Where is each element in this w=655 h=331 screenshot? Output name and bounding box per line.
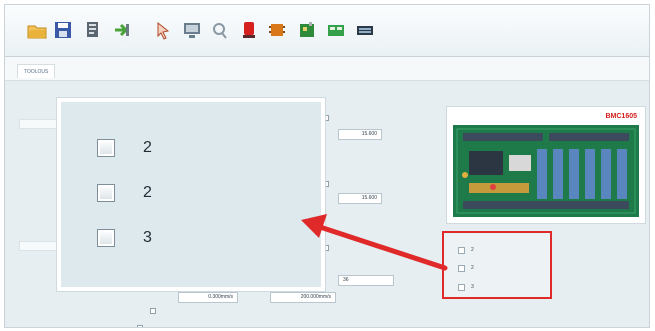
highlight-row-3: 3 <box>458 282 474 292</box>
option-checkbox-4[interactable] <box>150 308 156 314</box>
board-model-title: BMC1605 <box>605 113 637 120</box>
zoom-label-2: 2 <box>143 184 152 201</box>
pointer-icon <box>157 21 170 40</box>
min-speed-field[interactable]: 0.300mm/s <box>178 292 238 303</box>
tab-tooldug[interactable]: TOOLOUS <box>17 64 56 78</box>
zoom-row-3: 3 <box>97 226 152 250</box>
highlight-checkbox-1[interactable] <box>458 246 465 254</box>
highlight-label-3: 3 <box>471 284 474 290</box>
highlight-row-2: 2 <box>458 263 474 273</box>
green-board-icon <box>328 25 344 36</box>
green-board-button[interactable] <box>326 19 346 41</box>
toolbar <box>5 5 649 57</box>
speed-field-1[interactable]: 15.600 <box>338 129 382 140</box>
pointer-button[interactable] <box>153 19 173 41</box>
zoom-checkbox-2[interactable] <box>97 184 115 202</box>
highlight-label-2: 2 <box>471 265 474 271</box>
keyboard-button[interactable] <box>355 19 375 41</box>
zoom-checkbox-3[interactable] <box>97 229 115 247</box>
panel-sidebar-strip-lower <box>19 241 59 251</box>
zoomed-checkbox-callout: 2 2 3 <box>57 98 325 291</box>
save-button[interactable] <box>53 19 73 41</box>
tab-strip: TOOLOUS <box>5 57 649 81</box>
document-button[interactable] <box>83 19 103 41</box>
highlight-row-1: 2 <box>458 245 474 255</box>
export-arrow-icon <box>115 23 129 37</box>
zoom-label-3: 3 <box>143 229 152 246</box>
highlight-checkbox-2[interactable] <box>458 264 465 272</box>
stop-icon <box>243 22 255 38</box>
zoom-row-2: 2 <box>97 181 152 205</box>
monitor-button[interactable] <box>182 19 202 41</box>
open-folder-icon <box>27 25 47 39</box>
option-checkbox-5[interactable] <box>137 325 143 327</box>
zoom-row-1: 2 <box>97 136 152 160</box>
open-folder-button[interactable] <box>27 19 47 41</box>
export-button[interactable] <box>112 19 132 41</box>
max-speed-field[interactable]: 200.000mm/s <box>270 292 336 303</box>
stop-button[interactable] <box>239 19 259 41</box>
controller-board-card: BMC1605 <box>446 106 646 224</box>
zoom-checkbox-1[interactable] <box>97 139 115 157</box>
keyboard-icon <box>357 26 373 35</box>
highlight-label-1: 2 <box>471 247 474 253</box>
search-button[interactable] <box>210 19 230 41</box>
chip-icon <box>269 24 285 36</box>
controller-board-image <box>453 125 639 217</box>
save-icon <box>55 22 71 38</box>
board-button[interactable] <box>297 19 317 41</box>
application-window: TOOLOUS 15.600 15.600 36 0.300mm/s 200.0… <box>4 4 650 328</box>
chip-button[interactable] <box>267 19 287 41</box>
zoom-label-1: 2 <box>143 139 152 156</box>
highlighted-checkbox-group: 2 2 3 <box>442 231 552 299</box>
board-icon <box>300 22 314 37</box>
document-icon <box>87 22 98 37</box>
speed-field-2[interactable]: 15.600 <box>338 193 382 204</box>
search-icon <box>213 23 227 39</box>
red-callout-arrow <box>301 214 448 271</box>
monitor-icon <box>184 23 200 38</box>
highlight-checkbox-3[interactable] <box>458 283 465 291</box>
